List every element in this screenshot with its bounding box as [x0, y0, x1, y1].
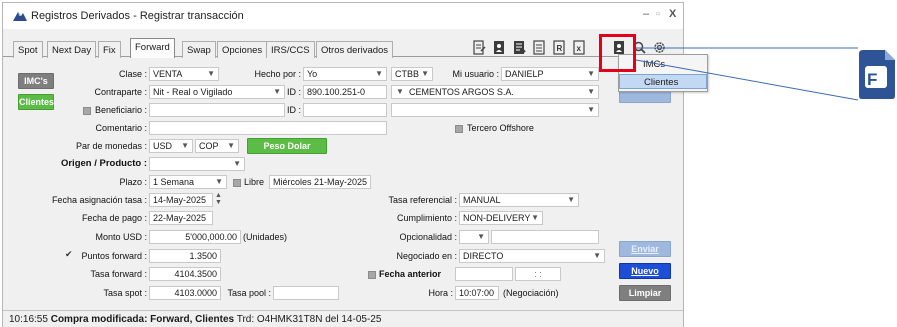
callout-lines [635, 47, 859, 101]
client-file-zoom-icon: F [859, 50, 895, 99]
svg-text:F: F [867, 70, 877, 89]
